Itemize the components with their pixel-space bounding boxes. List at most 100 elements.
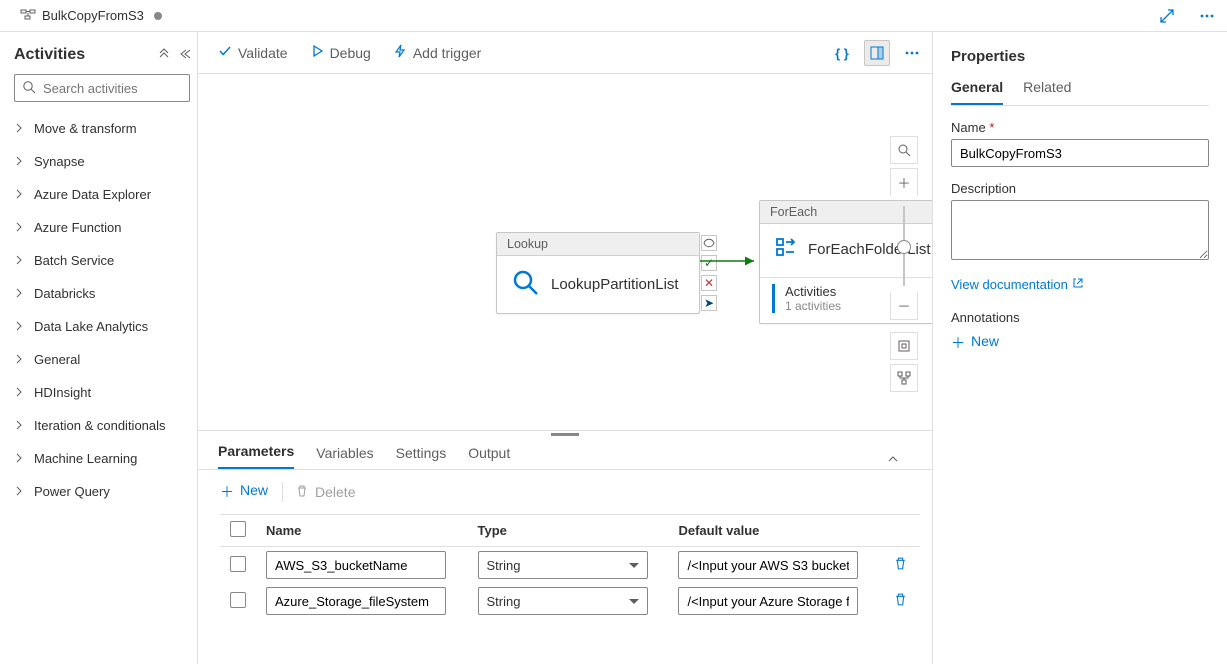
canvas-tools: ＋ －: [890, 136, 918, 396]
pipeline-tab[interactable]: BulkCopyFromS3: [10, 0, 172, 32]
param-name-input[interactable]: [266, 551, 446, 579]
pipeline-toolbar: Validate Debug Add trigger { }: [198, 32, 932, 74]
category-label: Iteration & conditionals: [34, 418, 166, 433]
table-row: String: [220, 547, 920, 584]
tab-related[interactable]: Related: [1023, 79, 1071, 105]
view-documentation-link[interactable]: View documentation: [951, 277, 1209, 292]
toolbar-more-icon[interactable]: [900, 41, 924, 65]
tab-title: BulkCopyFromS3: [42, 8, 144, 23]
search-icon: [22, 80, 36, 97]
tab-settings[interactable]: Settings: [396, 445, 447, 469]
collapse-panel-icon[interactable]: [177, 47, 191, 64]
param-type-select[interactable]: String: [478, 587, 648, 615]
activities-search-input[interactable]: [14, 74, 190, 102]
annotations-label: Annotations: [951, 310, 1209, 325]
tab-variables[interactable]: Variables: [316, 445, 373, 469]
sidebar-category[interactable]: Machine Learning: [14, 442, 191, 475]
row-checkbox[interactable]: [230, 592, 246, 608]
activities-sidebar: Activities Move & transform Synapse Azure …: [0, 32, 198, 664]
param-name-input[interactable]: [266, 587, 446, 615]
trash-icon: [295, 484, 309, 501]
sidebar-category[interactable]: Move & transform: [14, 112, 191, 145]
sidebar-category[interactable]: Iteration & conditionals: [14, 409, 191, 442]
tab-parameters[interactable]: Parameters: [218, 443, 294, 469]
collapse-bottom-icon[interactable]: [886, 452, 912, 469]
delete-row-button[interactable]: [893, 559, 908, 574]
chevron-right-icon: [14, 451, 28, 466]
chevron-right-icon: [14, 253, 28, 268]
category-label: Databricks: [34, 286, 95, 301]
canvas-search-button[interactable]: [890, 136, 918, 164]
param-default-input[interactable]: [678, 587, 858, 615]
fit-to-screen-button[interactable]: [890, 332, 918, 360]
tab-bar: BulkCopyFromS3: [0, 0, 1227, 32]
properties-title: Properties: [951, 48, 1209, 65]
category-label: Data Lake Analytics: [34, 319, 148, 334]
sidebar-category[interactable]: Databricks: [14, 277, 191, 310]
sidebar-category[interactable]: Batch Service: [14, 244, 191, 277]
delete-parameter-button[interactable]: Delete: [295, 484, 355, 501]
sidebar-category[interactable]: Synapse: [14, 145, 191, 178]
port-failure-icon[interactable]: ✕: [701, 275, 717, 291]
zoom-out-button[interactable]: －: [890, 292, 918, 320]
pipeline-name-input[interactable]: [951, 139, 1209, 167]
param-type-select[interactable]: String: [478, 551, 648, 579]
chevron-right-icon: [14, 154, 28, 169]
chevron-right-icon: [14, 187, 28, 202]
unsaved-dot-icon: [154, 12, 162, 20]
pipeline-canvas[interactable]: Lookup LookupPartitionList ✓ ✕ ➤: [198, 74, 932, 430]
add-parameter-button[interactable]: ＋ New: [220, 482, 268, 502]
name-label: Name *: [951, 120, 1209, 135]
sidebar-category[interactable]: Data Lake Analytics: [14, 310, 191, 343]
foreach-icon: [774, 236, 798, 263]
category-label: Synapse: [34, 154, 85, 169]
category-label: Machine Learning: [34, 451, 137, 466]
lookup-icon: [511, 268, 541, 301]
parameters-table: Name Type Default value StringString: [220, 514, 920, 619]
col-type: Type: [468, 515, 669, 547]
collapse-all-icon[interactable]: [157, 47, 171, 64]
more-icon[interactable]: [1195, 4, 1219, 28]
tab-general[interactable]: General: [951, 79, 1003, 105]
sidebar-category[interactable]: General: [14, 343, 191, 376]
col-name: Name: [256, 515, 468, 547]
sidebar-category[interactable]: Power Query: [14, 475, 191, 508]
sub-activities-count: 1 activities: [785, 299, 841, 313]
validate-button[interactable]: Validate: [218, 44, 288, 61]
activity-lookup[interactable]: Lookup LookupPartitionList ✓ ✕ ➤: [496, 232, 700, 314]
sidebar-category[interactable]: Azure Function: [14, 211, 191, 244]
port-skip-icon[interactable]: ➤: [701, 295, 717, 311]
check-icon: [218, 44, 232, 61]
zoom-slider[interactable]: [903, 206, 905, 286]
row-checkbox[interactable]: [230, 556, 246, 572]
add-annotation-button[interactable]: ＋ New: [951, 333, 1209, 353]
chevron-right-icon: [14, 418, 28, 433]
chevron-right-icon: [14, 352, 28, 367]
zoom-in-button[interactable]: ＋: [890, 168, 918, 196]
delete-row-button[interactable]: [893, 595, 908, 610]
activities-title: Activities: [14, 46, 85, 64]
sidebar-category[interactable]: Azure Data Explorer: [14, 178, 191, 211]
debug-button[interactable]: Debug: [310, 44, 371, 61]
code-view-button[interactable]: { }: [830, 41, 854, 65]
sub-activities-label: Activities: [785, 284, 841, 299]
connector-success[interactable]: [700, 255, 760, 267]
add-trigger-button[interactable]: Add trigger: [393, 44, 481, 61]
sidebar-category[interactable]: HDInsight: [14, 376, 191, 409]
category-label: Azure Data Explorer: [34, 187, 151, 202]
properties-toggle-button[interactable]: [864, 40, 890, 66]
desc-label: Description: [951, 181, 1209, 196]
auto-layout-button[interactable]: [890, 364, 918, 392]
expand-icon[interactable]: [1155, 4, 1179, 28]
tab-output[interactable]: Output: [468, 445, 510, 469]
select-all-checkbox[interactable]: [230, 521, 246, 537]
category-label: Batch Service: [34, 253, 114, 268]
chevron-right-icon: [14, 319, 28, 334]
param-default-input[interactable]: [678, 551, 858, 579]
plus-icon: ＋: [220, 482, 234, 502]
port-completion-icon[interactable]: [701, 235, 717, 251]
description-input[interactable]: [951, 200, 1209, 260]
activity-type-label: Lookup: [497, 233, 699, 256]
pipeline-icon: [20, 6, 36, 25]
category-label: Azure Function: [34, 220, 121, 235]
